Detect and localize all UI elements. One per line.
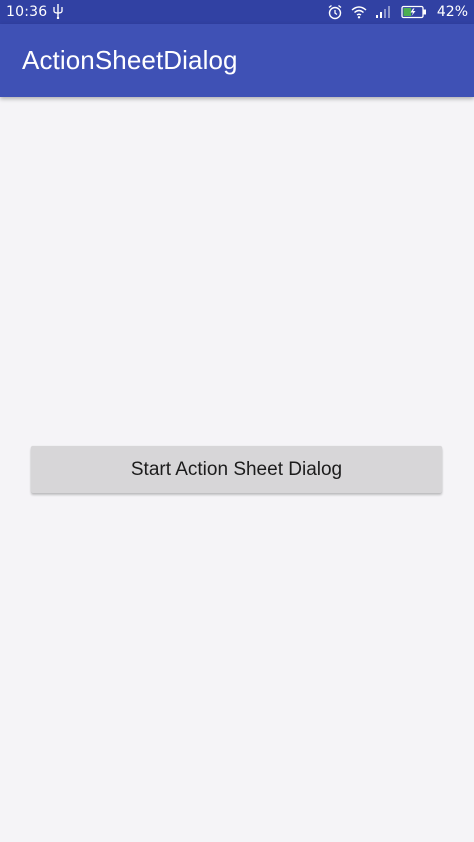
signal-icon [375,5,393,19]
main-content: Start Action Sheet Dialog [0,97,474,842]
status-icons: 42% [327,3,468,21]
battery-icon [401,5,427,19]
app-title: ActionSheetDialog [22,45,238,75]
start-action-sheet-button[interactable]: Start Action Sheet Dialog [31,446,442,493]
battery-percent: 42% [436,4,468,20]
screen: 10:36 42% ActionSheetDialog Start Action… [0,0,474,842]
status-bar: 10:36 42% [0,0,474,24]
status-time: 10:36 [6,4,48,20]
app-bar: ActionSheetDialog [0,24,474,97]
wifi-icon [351,5,367,19]
usb-icon [52,3,64,20]
alarm-icon [327,4,343,20]
